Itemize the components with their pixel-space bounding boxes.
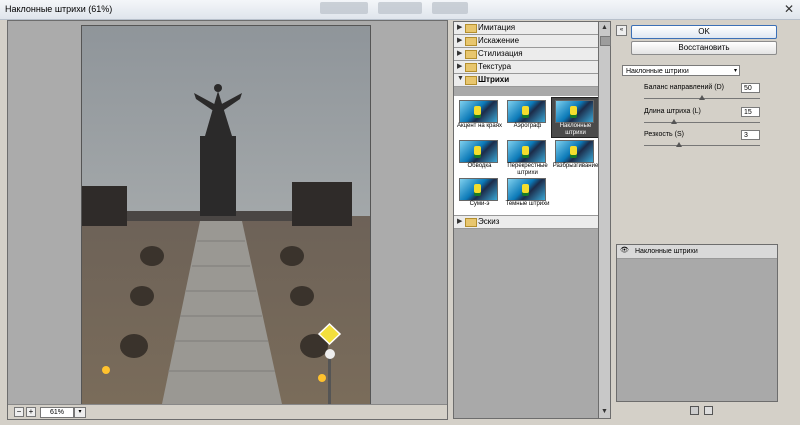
filter-thumb-accented-edges[interactable]: Акцент на краях	[456, 98, 503, 137]
expand-arrow-icon: ▶	[457, 218, 463, 225]
filter-name: Разбрызгивание	[552, 163, 599, 169]
filter-thumb-ink-outlines[interactable]: Обводка	[456, 138, 503, 177]
reset-button[interactable]: Восстановить	[631, 41, 777, 55]
filter-name: Темные штрихи	[505, 201, 550, 207]
window-title: Наклонные штрихи (61%)	[5, 4, 113, 14]
filter-name: Суми-э	[469, 201, 490, 207]
filter-name: Наклонные штрихи	[559, 123, 592, 136]
category-stylize[interactable]: ▶ Стилизация	[454, 48, 599, 61]
expand-arrow-icon: ▶	[457, 37, 463, 44]
filter-name: Аэрограф	[513, 123, 542, 129]
ok-button[interactable]: OK	[631, 25, 777, 39]
eye-icon[interactable]: 👁	[620, 247, 629, 255]
category-brush-strokes[interactable]: ▼ Штрихи	[454, 74, 599, 87]
close-icon[interactable]: ✕	[784, 2, 794, 16]
filter-gallery: ▶ Имитация ▶ Искажение ▶ Стилизация ▶ Те…	[453, 21, 600, 419]
chevron-down-icon: ▾	[733, 68, 737, 74]
blurred-title-area	[320, 2, 368, 14]
filter-thumb-dark-strokes[interactable]: Темные штрихи	[504, 176, 551, 215]
scroll-thumb[interactable]	[600, 36, 611, 46]
category-label: Искажение	[478, 36, 520, 45]
expand-arrow-icon: ▶	[457, 24, 463, 31]
sharpness-label: Резкость (S)	[644, 131, 684, 138]
stroke-length-input[interactable]: 15	[741, 107, 760, 117]
filter-preview-image	[555, 100, 594, 123]
filter-name: Акцент на краях	[457, 123, 502, 129]
filter-preview-image	[555, 140, 594, 163]
folder-icon	[465, 218, 477, 227]
slider-knob[interactable]	[671, 119, 677, 124]
filter-preview-image	[459, 140, 498, 163]
zoom-in-button[interactable]: +	[26, 407, 36, 417]
expand-arrow-icon: ▶	[457, 50, 463, 57]
direction-balance-slider[interactable]	[644, 95, 760, 100]
filter-thumb-airbrush[interactable]: Аэрограф	[504, 98, 551, 137]
effect-layers-panel: 👁 Наклонные штрихи	[616, 244, 778, 402]
filter-preview-image	[507, 178, 546, 201]
folder-icon	[465, 63, 477, 72]
collapse-arrow-icon: ▼	[457, 75, 464, 82]
zoom-bar: − + 61% ▾	[8, 404, 447, 419]
filter-preview-image	[459, 178, 498, 201]
filter-name: Перекрестные штрихи	[507, 163, 548, 176]
folder-open-icon	[465, 76, 477, 85]
sharpness-input[interactable]: 3	[741, 130, 760, 140]
filter-preview-image	[459, 100, 498, 123]
category-label: Штрихи	[478, 75, 510, 84]
filter-thumb-angled-strokes[interactable]: Наклонные штрихи	[551, 97, 600, 138]
slider-knob[interactable]	[676, 142, 682, 147]
category-texture[interactable]: ▶ Текстура	[454, 61, 599, 74]
scroll-up-icon[interactable]: ▲	[600, 23, 609, 32]
category-label: Эскиз	[478, 217, 500, 226]
scroll-down-icon[interactable]: ▼	[600, 407, 609, 416]
title-bar: Наклонные штрихи (61%) ✕	[0, 0, 800, 20]
stroke-length-slider[interactable]	[644, 119, 760, 124]
filter-select-value: Наклонные штрихи	[626, 68, 689, 75]
monument-photo	[82, 26, 370, 404]
category-label: Текстура	[478, 62, 512, 71]
gallery-scrollbar[interactable]: ▲ ▼	[598, 21, 611, 419]
filter-preview-image	[507, 100, 546, 123]
folder-icon	[465, 24, 477, 33]
zoom-dropdown[interactable]: ▾	[74, 407, 86, 418]
category-label: Стилизация	[478, 49, 523, 58]
preview-image[interactable]	[81, 25, 371, 405]
filter-thumb-sumi-e[interactable]: Суми-э	[456, 176, 503, 215]
category-label: Имитация	[478, 23, 516, 32]
filter-thumbnails: Акцент на краях Аэрограф Наклонные штрих…	[454, 96, 600, 216]
category-imitation[interactable]: ▶ Имитация	[454, 22, 599, 35]
direction-balance-input[interactable]: 50	[741, 83, 760, 93]
blurred-title-area	[432, 2, 468, 14]
filter-select[interactable]: Наклонные штрихи ▾	[622, 65, 740, 76]
filter-name: Обводка	[467, 163, 492, 169]
folder-icon	[465, 37, 477, 46]
filter-thumb-spatter[interactable]: Разбрызгивание	[552, 138, 599, 177]
expand-arrow-icon: ▶	[457, 63, 463, 70]
stroke-length-label: Длина штриха (L)	[644, 108, 701, 115]
effect-layer-row[interactable]: 👁 Наклонные штрихи	[617, 245, 777, 259]
delete-effect-layer-icon[interactable]	[704, 406, 713, 415]
filter-thumb-crosshatch[interactable]: Перекрестные штрихи	[504, 138, 551, 177]
slider-knob[interactable]	[699, 95, 705, 100]
filter-preview-image	[507, 140, 546, 163]
preview-panel: − + 61% ▾	[7, 20, 448, 420]
category-sketch[interactable]: ▶ Эскиз	[454, 216, 599, 229]
collapse-gallery-button[interactable]: «	[616, 25, 627, 36]
new-effect-layer-icon[interactable]	[690, 406, 699, 415]
zoom-out-button[interactable]: −	[14, 407, 24, 417]
category-distort[interactable]: ▶ Искажение	[454, 35, 599, 48]
zoom-value[interactable]: 61%	[40, 407, 74, 418]
folder-icon	[465, 50, 477, 59]
sharpness-slider[interactable]	[644, 142, 760, 147]
direction-balance-label: Баланс направлений (D)	[644, 84, 724, 91]
blurred-title-area	[378, 2, 422, 14]
effect-layer-name: Наклонные штрихи	[635, 248, 698, 255]
